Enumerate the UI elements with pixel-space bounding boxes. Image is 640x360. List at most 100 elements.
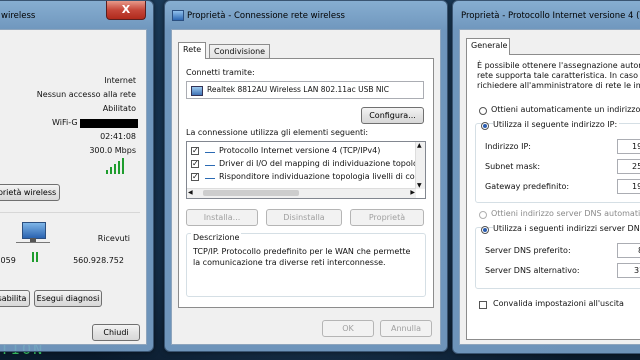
received-bytes-value: 560.928.752 — [73, 256, 124, 265]
connectivity-value: Internet — [104, 76, 136, 85]
preferred-dns-label: Server DNS preferito: — [485, 246, 571, 255]
scroll-down-icon: ▼ — [417, 182, 422, 189]
wireless-status-window: wireless X Internet Nessun accesso alla … — [0, 0, 154, 352]
auto-ip-radio[interactable] — [479, 107, 487, 115]
signal-quality-icon — [106, 158, 130, 174]
ip-address-label: Indirizzo IP: — [485, 142, 531, 151]
ssid-redaction — [80, 119, 138, 128]
tab-rete[interactable]: Rete — [178, 42, 207, 59]
ssid-value: WiFi-G — [52, 118, 78, 127]
alternate-dns-label: Server DNS alternativo: — [485, 266, 580, 275]
duration-value: 02:41:08 — [100, 132, 136, 141]
subnet-mask-label: Subnet mask: — [485, 162, 541, 171]
gateway-octet: 192 — [632, 182, 640, 191]
protocol-icon — [205, 175, 215, 179]
component-label: Risponditore individuazione topologia li… — [219, 172, 426, 181]
static-ip-radio[interactable] — [481, 122, 489, 130]
generale-tab-panel: È possibile ottenere l'assegnazione auto… — [466, 54, 640, 340]
wireless-properties-button[interactable]: prietà wireless — [0, 184, 60, 201]
ipv4-window-title: Proprietà - Protocollo Internet versione… — [461, 11, 640, 21]
component-checkbox[interactable] — [191, 145, 199, 157]
list-item[interactable]: Driver di I/O del mapping di individuazi… — [189, 158, 425, 170]
tab-generale[interactable]: Generale — [466, 38, 510, 55]
ip-octet: 192 — [632, 142, 640, 151]
status-window-title: wireless — [1, 11, 36, 21]
tab-condivisione[interactable]: Condivisione — [209, 44, 271, 59]
static-dns-radio[interactable] — [481, 226, 489, 234]
install-button[interactable]: Installa... — [186, 209, 258, 226]
disable-button[interactable]: sabilita — [0, 290, 30, 307]
activity-bars-icon — [32, 252, 42, 262]
rete-tab-panel: Connetti tramite: Realtek 8812AU Wireles… — [178, 58, 434, 308]
component-label: Driver di I/O del mapping di individuazi… — [219, 159, 426, 168]
intro-line: È possibile ottenere l'assegnazione auto… — [477, 61, 640, 70]
static-dns-groupbox — [475, 227, 640, 289]
ip-address-field[interactable]: 192 — [617, 139, 640, 154]
preferred-dns-field[interactable]: 8 — [617, 243, 640, 258]
adapter-name: Realtek 8812AU Wireless LAN 802.11ac USB… — [207, 85, 389, 94]
description-title: Descrizione — [191, 233, 242, 242]
cancel-button[interactable]: Annulla — [380, 320, 432, 337]
auto-dns-radio[interactable] — [479, 211, 487, 219]
connection-titlebar[interactable]: Proprietà - Connessione rete wireless — [165, 1, 447, 27]
uninstall-button[interactable]: Disinstalla — [266, 209, 342, 226]
alternate-dns-field[interactable]: 37 — [617, 263, 640, 278]
validate-settings-label: Convalida impostazioni all'uscita — [493, 299, 624, 308]
scroll-left-icon: ◀ — [188, 189, 193, 196]
diagnose-button[interactable]: Esegui diagnosi — [34, 290, 102, 307]
items-label: La connessione utilizza gli elementi seg… — [186, 128, 369, 137]
auto-ip-label: Ottieni automaticamente un indirizzo IP — [491, 105, 640, 114]
connect-using-label: Connetti tramite: — [186, 68, 255, 77]
divider-line — [0, 212, 140, 213]
configure-button[interactable]: Configura... — [361, 107, 424, 124]
adapter-name-field: Realtek 8812AU Wireless LAN 802.11ac USB… — [186, 81, 424, 99]
status-client-area: Internet Nessun accesso alla rete Abilit… — [0, 29, 147, 345]
list-item[interactable]: Risponditore individuazione topologia li… — [189, 171, 425, 183]
speed-value: 300.0 Mbps — [89, 146, 136, 155]
dns-alt-octet: 37 — [634, 266, 640, 275]
list-horizontal-scrollbar[interactable]: ◀ ▶ — [187, 188, 416, 198]
ok-button[interactable]: OK — [322, 320, 374, 337]
ipv4-properties-window: Proprietà - Protocollo Internet versione… — [452, 0, 640, 354]
component-checkbox[interactable] — [191, 158, 199, 170]
protocol-icon — [205, 149, 215, 153]
static-dns-label: Utilizza i seguenti indirizzi server DNS… — [493, 224, 640, 233]
intro-line: richiedere all'amministratore di rete le… — [477, 81, 640, 90]
validate-settings-checkbox[interactable] — [479, 301, 487, 309]
gateway-field[interactable]: 192 — [617, 179, 640, 194]
component-label: Protocollo Internet versione 4 (TCP/IPv4… — [219, 146, 381, 155]
close-button[interactable]: Chiudi — [92, 324, 140, 341]
auto-dns-label: Ottieni indirizzo server DNS automaticam — [491, 209, 640, 218]
scroll-up-icon: ▲ — [417, 142, 422, 149]
received-label: Ricevuti — [97, 234, 130, 243]
connection-window-title: Proprietà - Connessione rete wireless — [187, 11, 345, 21]
component-checkbox[interactable] — [191, 171, 199, 183]
network-access-value: Nessun accesso alla rete — [36, 90, 136, 99]
description-groupbox: Descrizione TCP/IP. Protocollo predefini… — [186, 233, 426, 297]
connection-properties-window: Proprietà - Connessione rete wireless Re… — [164, 0, 448, 352]
close-window-button[interactable]: X — [106, 1, 146, 20]
protocol-icon — [205, 162, 215, 166]
mask-octet: 255 — [632, 162, 640, 171]
ipv4-titlebar[interactable]: Proprietà - Protocollo Internet versione… — [453, 1, 640, 27]
list-vertical-scrollbar[interactable]: ▲ ▼ — [415, 142, 425, 189]
gateway-label: Gateway predefinito: — [485, 182, 570, 191]
scroll-thumb[interactable] — [203, 190, 299, 196]
network-adapter-icon — [191, 86, 203, 96]
intro-text: È possibile ottenere l'assegnazione auto… — [477, 61, 640, 91]
intro-line: rete supporta tale caratteristica. In ca… — [477, 71, 640, 80]
status-titlebar[interactable]: wireless X — [0, 1, 153, 27]
network-activity-icon — [16, 220, 52, 250]
subnet-mask-field[interactable]: 255 — [617, 159, 640, 174]
connection-client-area: Rete Condivisione Connetti tramite: Real… — [171, 29, 441, 345]
static-ip-label: Utilizza il seguente indirizzo IP: — [493, 120, 620, 129]
description-text: TCP/IP. Protocollo predefinito per le WA… — [193, 247, 411, 267]
list-item[interactable]: Protocollo Internet versione 4 (TCP/IPv4… — [189, 145, 415, 157]
components-list[interactable]: Protocollo Internet versione 4 (TCP/IPv4… — [186, 141, 426, 199]
network-window-icon — [172, 10, 184, 21]
ipv4-client-area: Generale È possibile ottenere l'assegnaz… — [459, 29, 640, 345]
sent-bytes-value: .059 — [0, 256, 16, 265]
properties-button[interactable]: Proprietà — [350, 209, 424, 226]
media-state-value: Abilitato — [102, 104, 136, 113]
scroll-right-icon: ▶ — [410, 189, 415, 196]
